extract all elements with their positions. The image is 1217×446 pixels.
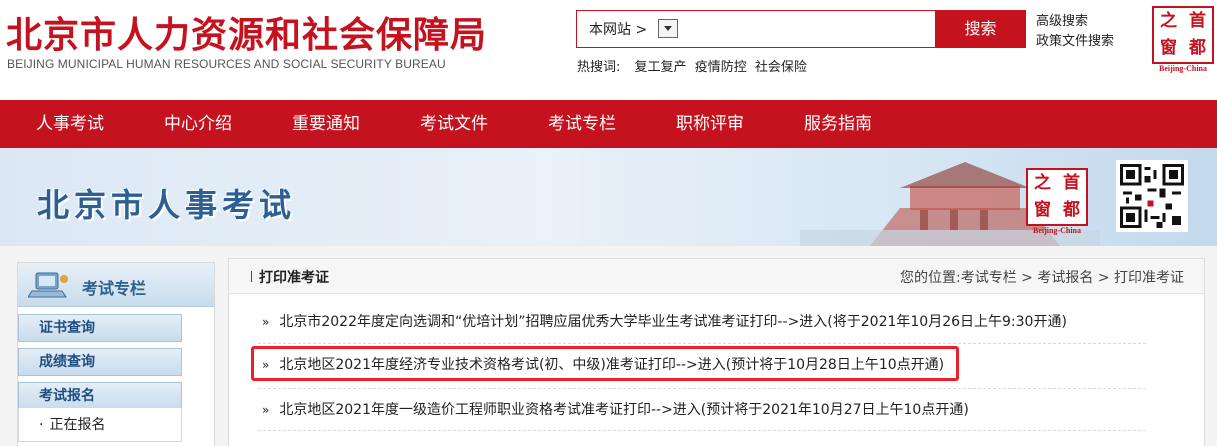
- hot-keyword-link[interactable]: 复工复产: [635, 60, 687, 75]
- list-item-link[interactable]: 北京地区2021年度一级造价工程师职业资格考试准考证打印-->进入(预计将于20…: [279, 402, 968, 418]
- sidebar-title: 考试专栏: [82, 279, 147, 298]
- main-nav: 人事考试 中心介绍 重要通知 考试文件 考试专栏 职称评审 服务指南: [0, 100, 1217, 148]
- seal-char: 窗: [1160, 38, 1177, 58]
- search-input[interactable]: [683, 15, 933, 43]
- divider: [258, 343, 1146, 344]
- nav-item-about[interactable]: 中心介绍: [164, 100, 232, 148]
- policy-search-link[interactable]: 政策文件搜索: [1036, 32, 1114, 52]
- divider: [258, 430, 1146, 431]
- seal-char: 之: [1034, 173, 1051, 193]
- seal-char: 都: [1189, 38, 1206, 58]
- banner-capital-window-logo: 之 首 窗 都 Beijing-China: [1026, 168, 1088, 240]
- divider: [258, 388, 1146, 389]
- capital-window-logo[interactable]: 之 首 窗 都 Beijing-China: [1152, 6, 1214, 78]
- seal-subtitle: Beijing-China: [1032, 226, 1081, 235]
- highlight-box: [251, 346, 959, 381]
- hot-keywords: 热搜词: 复工复产 疫情防控 社会保险: [577, 56, 811, 75]
- hot-keyword-link[interactable]: 疫情防控: [695, 60, 747, 75]
- hot-keywords-label: 热搜词:: [577, 60, 621, 75]
- nav-item-notices[interactable]: 重要通知: [292, 100, 360, 148]
- seal-char: 窗: [1034, 200, 1051, 220]
- scope-dropdown[interactable]: [658, 19, 678, 38]
- nav-item-service-guide[interactable]: 服务指南: [804, 100, 872, 148]
- seal-frame: 之 首 窗 都: [1026, 168, 1088, 226]
- computer-icon: [28, 272, 68, 298]
- banner: 北京市人事考试 之 首 窗 都 Beijing-China: [0, 148, 1217, 246]
- nav-item-title-review[interactable]: 职称评审: [676, 100, 744, 148]
- sidebar-item-score-query[interactable]: 成绩查询: [18, 348, 182, 376]
- nav-item-documents[interactable]: 考试文件: [420, 100, 488, 148]
- site-header: 北京市人力资源和社会保障局 BEIJING MUNICIPAL HUMAN RE…: [0, 0, 1217, 100]
- content-header: 打印准考证 您的位置:考试专栏 > 考试报名 > 打印准考证: [229, 259, 1204, 294]
- search-scope-label: 本网站 >: [589, 22, 648, 38]
- seal-char: 首: [1189, 11, 1206, 31]
- bullet-icon: »: [262, 403, 270, 417]
- breadcrumb: 您的位置:考试专栏 > 考试报名 > 打印准考证: [900, 270, 1184, 286]
- list-item-link[interactable]: 北京市2022年度定向选调和“优培计划”招聘应届优秀大学毕业生考试准考证打印--…: [279, 314, 1067, 330]
- sidebar-header: 考试专栏: [18, 263, 214, 307]
- content-title: 打印准考证: [259, 270, 329, 286]
- site-logo-title[interactable]: 北京市人力资源和社会保障局: [6, 6, 487, 58]
- search-button[interactable]: 搜索: [935, 10, 1026, 48]
- nav-item-exams[interactable]: 人事考试: [36, 100, 104, 148]
- site-logo-subtitle: BEIJING MUNICIPAL HUMAN RESOURCES AND SO…: [7, 57, 446, 71]
- nav-item-exam-column[interactable]: 考试专栏: [548, 100, 616, 148]
- list-item[interactable]: » 北京地区2021年度一级造价工程师职业资格考试准考证打印-->进入(预计将于2…: [262, 393, 969, 427]
- search-links: 高级搜索 政策文件搜索: [1036, 12, 1114, 52]
- list-item[interactable]: » 北京市2022年度定向选调和“优培计划”招聘应届优秀大学毕业生考试准考证打印-…: [262, 305, 1067, 339]
- seal-char: 之: [1160, 11, 1177, 31]
- seal-char: 首: [1063, 173, 1080, 193]
- bullet-icon: »: [262, 315, 270, 329]
- seal-subtitle: Beijing-China: [1158, 64, 1207, 73]
- hot-keyword-link[interactable]: 社会保险: [755, 60, 807, 75]
- title-marker: [251, 271, 252, 282]
- sidebar-item-exam-registration[interactable]: 考试报名: [18, 382, 182, 410]
- seal-frame: 之 首 窗 都: [1152, 6, 1214, 64]
- advanced-search-link[interactable]: 高级搜索: [1036, 12, 1114, 32]
- qr-code-icon[interactable]: [1116, 160, 1188, 232]
- seal-char: 都: [1063, 200, 1080, 220]
- banner-title: 北京市人事考试: [37, 186, 297, 224]
- sidebar-subitem-registering[interactable]: 正在报名: [18, 408, 182, 442]
- sidebar-item-certificate-query[interactable]: 证书查询: [18, 314, 182, 342]
